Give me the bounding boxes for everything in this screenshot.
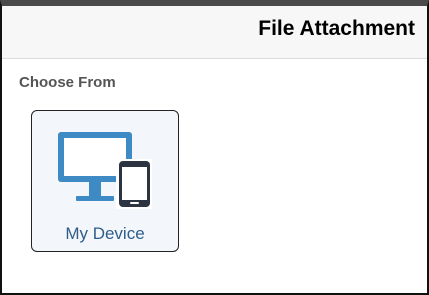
device-icon: [58, 132, 152, 209]
choose-from-label: Choose From: [19, 74, 116, 91]
dialog-title: File Attachment: [258, 17, 415, 40]
dialog-header: File Attachment: [2, 6, 427, 59]
my-device-option[interactable]: My Device: [31, 110, 179, 252]
file-attachment-dialog: File Attachment Choose From My Device: [0, 0, 429, 295]
my-device-label: My Device: [65, 224, 145, 243]
